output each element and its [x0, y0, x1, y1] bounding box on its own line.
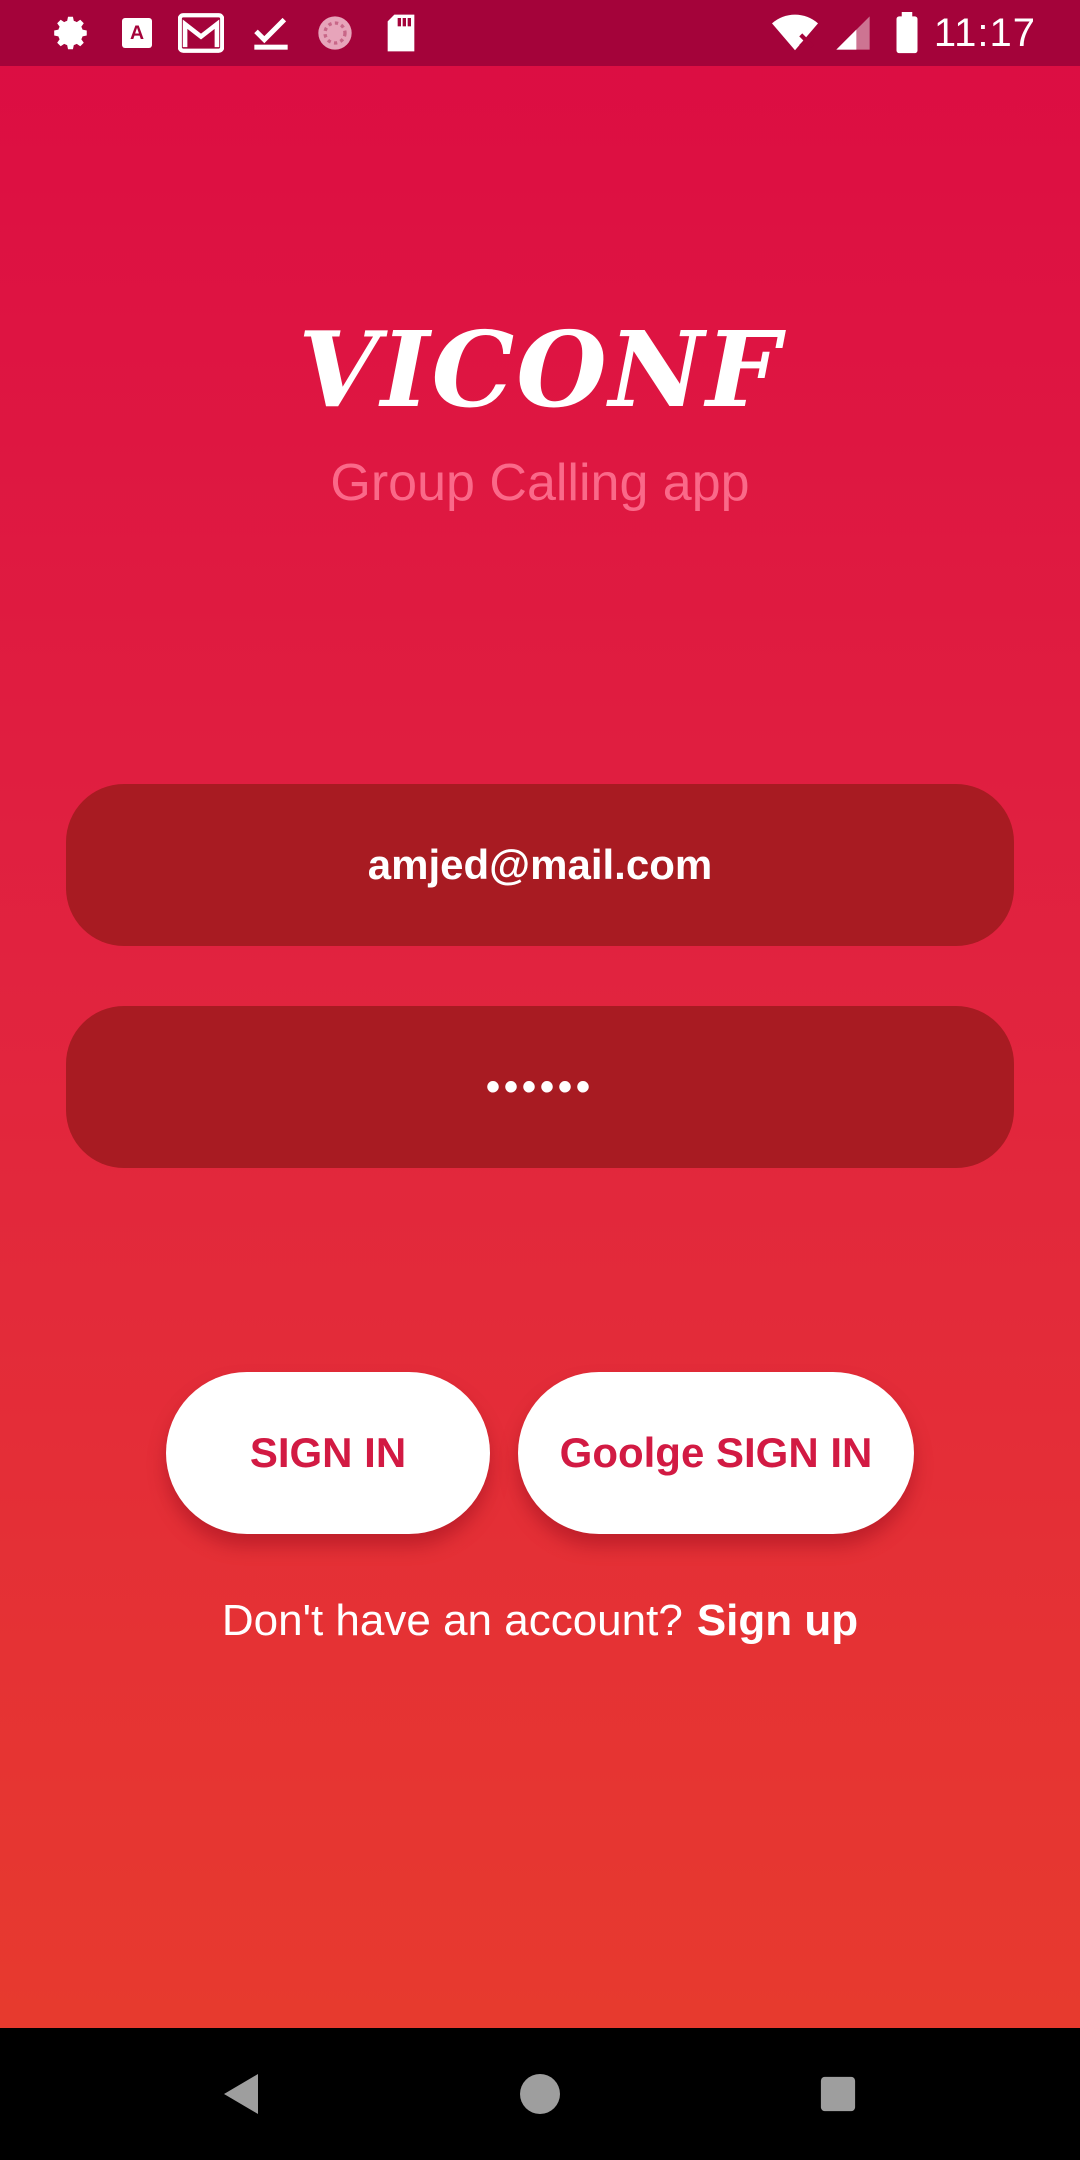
text-a-icon: A — [114, 10, 160, 56]
svg-text:A: A — [130, 22, 144, 44]
check-icon — [248, 10, 294, 56]
status-bar: A 11:17 — [0, 0, 1080, 66]
gear-icon — [48, 10, 94, 56]
sign-in-label: SIGN IN — [249, 1429, 407, 1476]
google-sign-in-label: Goolge SIGN IN — [559, 1429, 873, 1476]
signup-prompt: Don't have an account? — [221, 1596, 683, 1645]
home-icon[interactable] — [512, 2066, 568, 2122]
navigation-bar — [0, 2028, 1080, 2160]
sync-circle-icon — [312, 10, 358, 56]
sign-in-button[interactable]: SIGN IN — [166, 1372, 490, 1534]
signup-row: Don't have an account? Sign up — [0, 1588, 1080, 1654]
password-field[interactable]: •••••• — [66, 1006, 1014, 1168]
recents-icon[interactable] — [810, 2066, 866, 2122]
signal-icon — [830, 10, 876, 56]
app-tagline: Group Calling app — [330, 454, 750, 512]
app-logo: VICONF — [298, 308, 782, 431]
battery-icon — [884, 10, 930, 56]
email-field[interactable]: amjed@mail.com — [66, 784, 1014, 946]
wifi-off-icon — [772, 10, 818, 56]
back-icon[interactable] — [214, 2066, 270, 2122]
google-sign-in-button[interactable]: Goolge SIGN IN — [518, 1372, 914, 1534]
sign-up-link[interactable]: Sign up — [697, 1596, 858, 1645]
email-value: amjed@mail.com — [367, 841, 713, 888]
login-screen: A 11:17 VICONF Group Calling app amjed@m… — [0, 0, 1080, 2160]
gmail-icon — [178, 10, 224, 56]
sd-card-icon — [378, 10, 424, 56]
status-time: 11:17 — [933, 11, 1036, 55]
password-value: •••••• — [485, 1064, 595, 1109]
